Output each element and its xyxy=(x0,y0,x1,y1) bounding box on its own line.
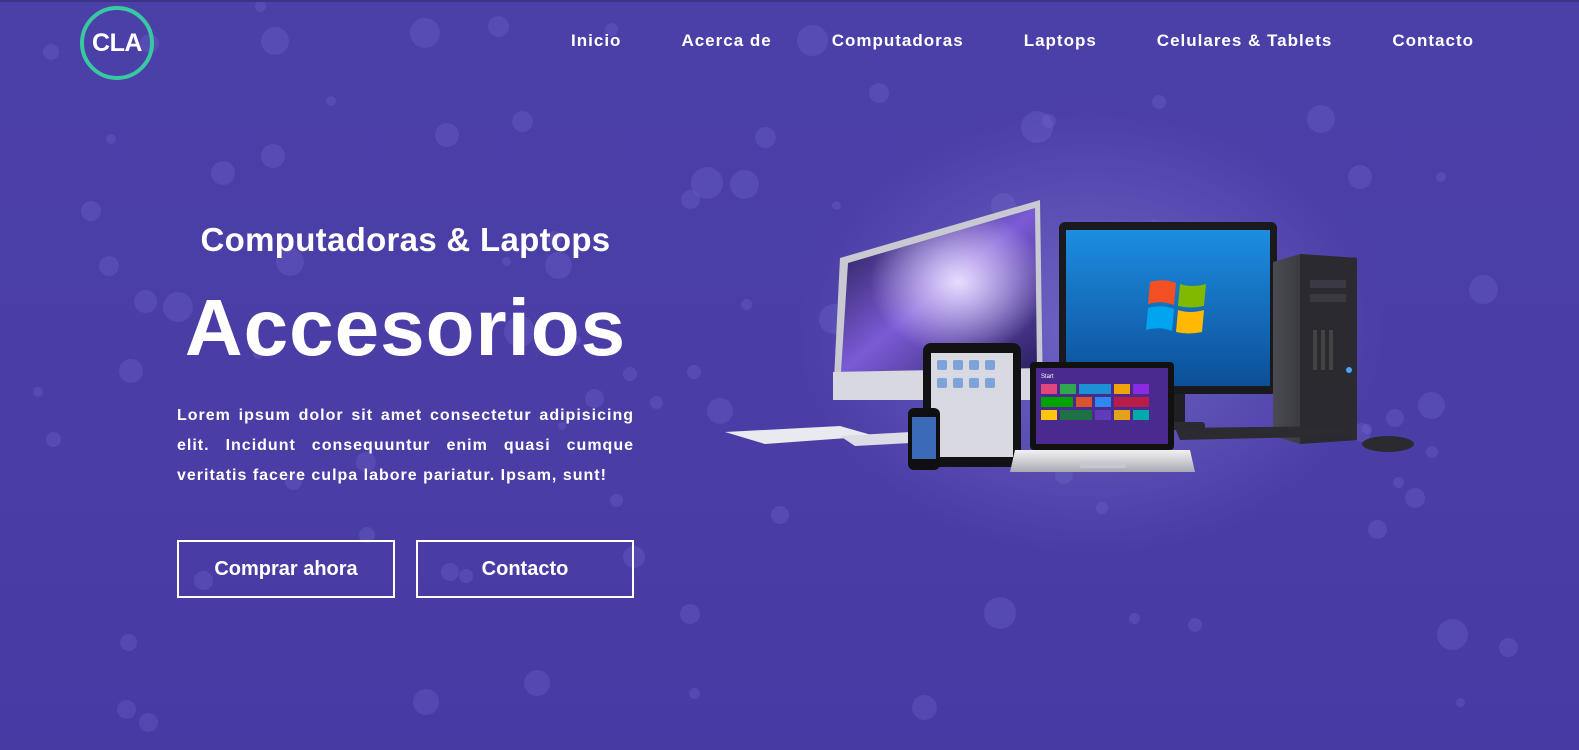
bubble-dot xyxy=(326,96,336,106)
bubble-dot xyxy=(1188,618,1202,632)
nav-item-laptops[interactable]: Laptops xyxy=(1024,30,1097,52)
bubble-dot xyxy=(730,170,759,199)
bubble-dot xyxy=(512,111,533,132)
bubble-dot xyxy=(1437,619,1468,650)
bubble-dot xyxy=(1405,488,1425,508)
bubble-dot xyxy=(984,597,1016,629)
bubble-dot xyxy=(43,44,59,60)
bubble-dot xyxy=(413,689,439,715)
bubble-dot xyxy=(650,396,663,409)
hero-subtitle: Computadoras & Laptops xyxy=(200,221,611,258)
nav-item-computadoras[interactable]: Computadoras xyxy=(832,30,964,52)
main-nav: Inicio Acerca de Computadoras Laptops Ce… xyxy=(571,30,1474,52)
mouse-icon xyxy=(1362,436,1414,452)
contact-button[interactable]: Contacto xyxy=(416,540,634,598)
bubble-dot xyxy=(1368,520,1387,539)
logo[interactable]: CLA xyxy=(80,6,154,80)
nav-item-inicio[interactable]: Inicio xyxy=(571,30,621,52)
bubble-dot xyxy=(435,123,459,147)
bubble-dot xyxy=(1456,698,1465,707)
bubble-dot xyxy=(755,127,776,148)
bubble-dot xyxy=(689,688,700,699)
bubble-dot xyxy=(610,494,623,507)
hero-buttons: Comprar ahora Contacto xyxy=(177,540,634,598)
hero-title: Accesorios xyxy=(184,283,627,372)
bubble-dot xyxy=(681,190,700,209)
keyboard-icon xyxy=(725,426,930,446)
logo-text: CLA xyxy=(92,28,142,57)
bubble-dot xyxy=(1418,392,1445,419)
bubble-dot xyxy=(1499,638,1518,657)
bubble-dot xyxy=(488,16,509,37)
bubble-dot xyxy=(1129,613,1140,624)
bubble-dot xyxy=(261,27,289,55)
top-border xyxy=(0,0,1579,2)
buy-now-button[interactable]: Comprar ahora xyxy=(177,540,395,598)
bubble-dot xyxy=(81,201,101,221)
bubble-dot xyxy=(410,18,440,48)
bubble-dot xyxy=(869,83,889,103)
bubble-dot xyxy=(33,387,43,397)
pc-tower-icon xyxy=(1273,254,1357,444)
bubble-dot xyxy=(46,432,61,447)
bubble-dot xyxy=(912,695,937,720)
bubble-dot xyxy=(1469,275,1498,304)
phone-icon xyxy=(908,408,940,470)
bubble-dot xyxy=(117,700,136,719)
bubble-dot xyxy=(771,506,789,524)
nav-item-acerca-de[interactable]: Acerca de xyxy=(681,30,771,52)
bubble-dot xyxy=(687,365,701,379)
hero-text: Computadoras & Laptops Accesorios Lorem … xyxy=(177,220,634,491)
bubble-dot xyxy=(255,1,266,12)
bubble-dot xyxy=(261,144,285,168)
bubble-dot xyxy=(134,290,157,313)
bubble-dot xyxy=(211,161,235,185)
laptop-icon: Start xyxy=(1010,362,1195,472)
hero-description: Lorem ipsum dolor sit amet consectetur a… xyxy=(177,407,634,484)
bubble-dot xyxy=(1436,172,1446,182)
bubble-dot xyxy=(1152,95,1166,109)
bubble-dot xyxy=(524,670,550,696)
bubble-dot xyxy=(119,359,143,383)
bubble-dot xyxy=(1348,165,1372,189)
bubble-dot xyxy=(120,634,137,651)
bubble-dot xyxy=(99,256,119,276)
bubble-dot xyxy=(106,134,116,144)
laptop-screen-label: Start xyxy=(1041,374,1054,380)
nav-item-contacto[interactable]: Contacto xyxy=(1392,30,1474,52)
bubble-dot xyxy=(1021,111,1053,143)
bubble-dot xyxy=(1426,446,1438,458)
bubble-dot xyxy=(1096,502,1108,514)
bubble-dot xyxy=(680,604,700,624)
bubble-dot xyxy=(1307,105,1335,133)
bubble-dot xyxy=(139,713,158,732)
nav-item-celulares-tablets[interactable]: Celulares & Tablets xyxy=(1157,30,1333,52)
devices-illustration: Start xyxy=(725,200,1414,472)
